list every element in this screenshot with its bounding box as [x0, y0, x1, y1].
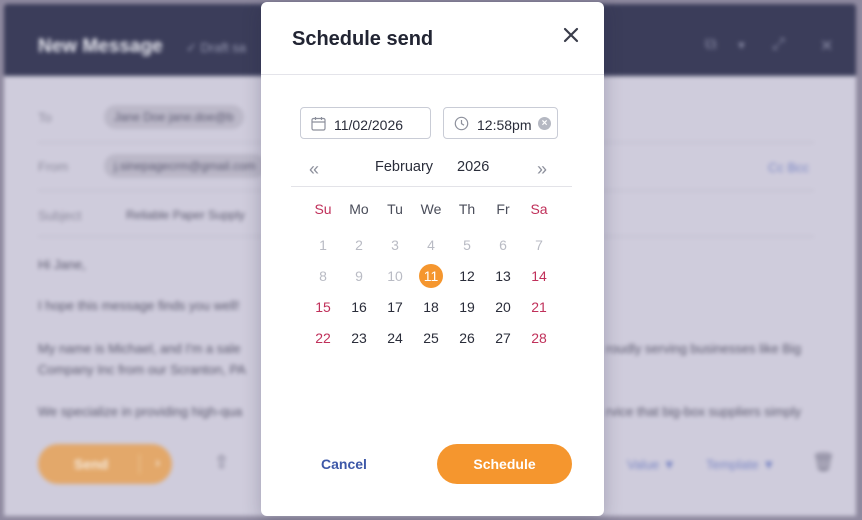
send-button: Send › [38, 444, 172, 484]
recipient-chip: Jane Doe jane.doe@b [104, 105, 244, 129]
schedule-send-dialog: Schedule send 11/02/2026 12:58pm × « Feb… [261, 2, 604, 516]
next-month-button[interactable]: » [537, 159, 547, 180]
calendar-day[interactable]: 19 [449, 295, 485, 319]
calendar-day: 4 [427, 237, 435, 253]
calendar-day[interactable]: 16 [341, 295, 377, 319]
calendar-year[interactable]: 2026 [457, 159, 489, 175]
calendar-icon [311, 117, 326, 131]
calendar-day[interactable]: 23 [341, 326, 377, 350]
calendar-day[interactable]: 14 [521, 264, 557, 288]
chevron-right-icon: › [155, 454, 160, 470]
calendar-day: 6 [499, 237, 507, 253]
calendar-day[interactable]: 27 [485, 326, 521, 350]
calendar-day[interactable]: 18 [413, 295, 449, 319]
weekday-header: Mo [349, 201, 369, 217]
chevron-down-icon: ▼ [736, 40, 747, 52]
calendar-day: 2 [355, 237, 363, 253]
subject-value: Reliable Paper Supply [126, 208, 245, 222]
schedule-button[interactable]: Schedule [437, 444, 572, 484]
calendar-day[interactable]: 17 [377, 295, 413, 319]
clock-icon [454, 116, 469, 131]
weekday-header: Th [458, 201, 476, 217]
calendar-day[interactable]: 21 [521, 295, 557, 319]
calendar-day: 3 [391, 237, 399, 253]
from-label: From [38, 159, 69, 174]
compose-title: New Message [38, 36, 163, 57]
attachment-icon: ⇧ [214, 452, 230, 472]
calendar-day: 9 [355, 268, 363, 284]
close-icon [563, 27, 579, 43]
from-chip: j.sinepagecrm@gmail.com [104, 154, 266, 178]
calendar-day: 5 [463, 237, 471, 253]
expand-icon: ⤢ [772, 36, 785, 53]
close-button[interactable] [559, 23, 583, 47]
subject-label: Subject [38, 208, 82, 223]
clear-icon[interactable]: × [538, 117, 551, 130]
calendar-month[interactable]: February [375, 159, 433, 175]
weekday-header: Sa [530, 201, 548, 217]
calendar-day-selected[interactable]: 11 [413, 264, 449, 288]
dialog-title: Schedule send [292, 28, 434, 50]
calendar-day: 8 [319, 268, 327, 284]
calendar-day[interactable]: 25 [413, 326, 449, 350]
calendar-day[interactable]: 13 [485, 264, 521, 288]
calendar-day[interactable]: 20 [485, 295, 521, 319]
calendar-day[interactable]: 12 [449, 264, 485, 288]
body-line: Company Inc from our Scranton, PA [38, 362, 246, 377]
send-label: Send [74, 456, 109, 472]
calendar-day[interactable]: 22 [305, 326, 341, 350]
date-input[interactable]: 11/02/2026 [300, 107, 431, 139]
value-dropdown: Value ▼ [627, 457, 676, 472]
cancel-button[interactable]: Cancel [321, 456, 367, 472]
selected-day-label: 11 [419, 264, 443, 288]
weekday-header: Fr [496, 201, 510, 217]
trash-icon: 🗑 [812, 452, 835, 472]
popout-icon: ⧉ [705, 36, 717, 53]
time-value: 12:58pm [477, 117, 532, 133]
template-dropdown: Template ▼ [706, 457, 776, 472]
time-input[interactable]: 12:58pm × [443, 107, 558, 139]
body-line: roudly serving businesses like Big [606, 341, 802, 356]
body-line: I hope this message finds you well! [38, 298, 240, 313]
calendar-day[interactable]: 15 [305, 295, 341, 319]
weekday-header: Su [314, 201, 332, 217]
calendar-day: 7 [535, 237, 543, 253]
draft-status: ✓ Draft sa [186, 40, 247, 55]
body-line: rvice that big-box suppliers simply [606, 404, 802, 419]
calendar-day: 1 [319, 237, 327, 253]
dialog-header: Schedule send [261, 2, 604, 75]
body-line: We specialize in providing high-qua [38, 404, 243, 419]
weekday-header: Tu [387, 201, 403, 217]
calendar-day[interactable]: 28 [521, 326, 557, 350]
body-line: Hi Jane, [38, 257, 86, 272]
weekday-header: We [420, 201, 442, 217]
calendar-day[interactable]: 24 [377, 326, 413, 350]
date-value: 11/02/2026 [334, 117, 404, 133]
prev-month-button[interactable]: « [309, 159, 319, 180]
divider [139, 454, 140, 474]
to-label: To [38, 110, 52, 125]
close-compose-icon: ✕ [820, 38, 834, 55]
body-line: My name is Michael, and I'm a sale [38, 341, 241, 356]
calendar-day[interactable]: 26 [449, 326, 485, 350]
cc-bcc-link: Cc Bcc [768, 160, 810, 175]
divider [291, 186, 572, 187]
calendar-day: 10 [387, 268, 403, 284]
